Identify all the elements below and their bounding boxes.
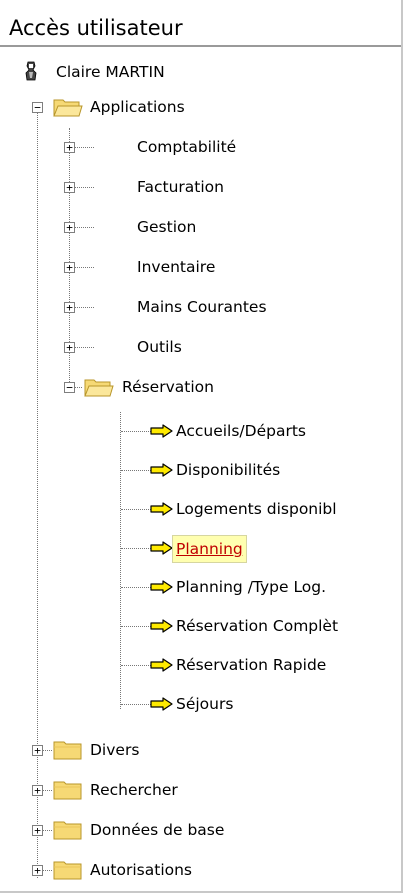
tree-leaf-label: Accueils/Départs	[176, 422, 306, 440]
tree-node-app-child[interactable]: + Comptabilité	[0, 132, 400, 162]
tree-connector	[121, 548, 151, 549]
tree-leaf-label: Planning /Type Log.	[176, 578, 327, 596]
tree-leaf-label: Disponibilités	[176, 461, 281, 479]
tree-node-root[interactable]: + Divers	[0, 735, 400, 765]
arrow-right-icon	[150, 541, 173, 555]
tree-node-app-child[interactable]: + Gestion	[0, 212, 400, 242]
tree-node-label: Autorisations	[90, 861, 193, 879]
tree-connector	[121, 704, 151, 705]
open-folder-icon	[53, 99, 83, 117]
tree-connector	[121, 665, 151, 666]
tree-node-label: Inventaire	[137, 258, 216, 276]
tree-node-reservation[interactable]: − Réservation	[0, 372, 400, 402]
tree-leaf[interactable]: Planning /Type Log.	[0, 572, 400, 602]
tree-leaf-label: Séjours	[176, 695, 234, 713]
folder-icon	[53, 821, 82, 840]
folder-icon	[53, 781, 82, 800]
expander-minus-icon[interactable]: −	[32, 102, 43, 113]
arrow-right-icon	[150, 502, 173, 516]
tree-leaf[interactable]: Logements disponibl	[0, 494, 400, 524]
tree-node-app-child[interactable]: + Facturation	[0, 172, 400, 202]
expander-minus-icon[interactable]: −	[64, 382, 75, 393]
expander-plus-icon[interactable]: +	[64, 262, 75, 273]
tree-node-label: Rechercher	[90, 781, 178, 799]
expander-plus-icon[interactable]: +	[32, 865, 43, 876]
tree-node-root[interactable]: + Autorisations	[0, 855, 400, 885]
expander-plus-icon[interactable]: +	[32, 785, 43, 796]
tree-node-label: Mains Courantes	[137, 298, 267, 316]
tree-node-label: Facturation	[137, 178, 224, 196]
tree-connector	[121, 587, 151, 588]
expander-plus-icon[interactable]: +	[32, 745, 43, 756]
title-divider	[0, 45, 401, 47]
tree-node-app-child[interactable]: + Outils	[0, 332, 400, 362]
tree-node-label: Divers	[90, 741, 140, 759]
tree-connector	[121, 470, 151, 471]
tree-leaf-label: Réservation Complèt	[176, 617, 339, 635]
arrow-right-icon	[150, 463, 173, 477]
expander-plus-icon[interactable]: +	[64, 182, 75, 193]
expander-plus-icon[interactable]: +	[64, 142, 75, 153]
expander-plus-icon[interactable]: +	[32, 825, 43, 836]
tree-node-label: Gestion	[137, 218, 197, 236]
folder-icon	[53, 741, 82, 760]
tree-node-label: Données de base	[90, 821, 225, 839]
tree-leaf-label: Planning	[172, 535, 247, 563]
user-row[interactable]: Claire MARTIN	[0, 57, 400, 87]
tree-node-app-child[interactable]: + Mains Courantes	[0, 292, 400, 322]
tree-leaf-label: Réservation Rapide	[176, 656, 327, 674]
tree-node-label: Outils	[137, 338, 182, 356]
expander-plus-icon[interactable]: +	[64, 222, 75, 233]
tree-node-applications[interactable]: − Applications	[0, 92, 400, 122]
arrow-right-icon	[150, 658, 173, 672]
tree-leaf[interactable]: Réservation Complèt	[0, 611, 400, 641]
tree-leaf-label: Logements disponibl	[176, 500, 337, 518]
tree-node-root[interactable]: + Rechercher	[0, 775, 400, 805]
tree-leaf[interactable]: Réservation Rapide	[0, 650, 400, 680]
tree-node-label: Applications	[90, 98, 185, 116]
user-name: Claire MARTIN	[56, 63, 165, 81]
open-folder-icon	[84, 379, 114, 397]
arrow-right-icon	[150, 697, 173, 711]
tree-node-app-child[interactable]: + Inventaire	[0, 252, 400, 282]
tree-connector	[121, 431, 151, 432]
tree-leaf[interactable]: Disponibilités	[0, 455, 400, 485]
tree-node-label: Comptabilité	[137, 138, 237, 156]
arrow-right-icon	[150, 580, 173, 594]
user-access-panel: Accès utilisateur Claire MARTIN − Applic…	[0, 0, 403, 893]
arrow-right-icon	[150, 619, 173, 633]
tree-leaf-selected[interactable]: Planning	[0, 533, 400, 563]
tree-node-label: Réservation	[122, 378, 214, 396]
panel-title: Accès utilisateur	[9, 16, 183, 40]
tree-leaf[interactable]: Séjours	[0, 689, 400, 719]
expander-plus-icon[interactable]: +	[64, 342, 75, 353]
tree-connector	[121, 509, 151, 510]
tree-connector	[121, 626, 151, 627]
user-icon	[25, 61, 37, 81]
folder-icon	[53, 861, 82, 880]
arrow-right-icon	[150, 424, 173, 438]
expander-plus-icon[interactable]: +	[64, 302, 75, 313]
tree-node-root[interactable]: + Données de base	[0, 815, 400, 845]
tree-leaf[interactable]: Accueils/Départs	[0, 416, 400, 446]
